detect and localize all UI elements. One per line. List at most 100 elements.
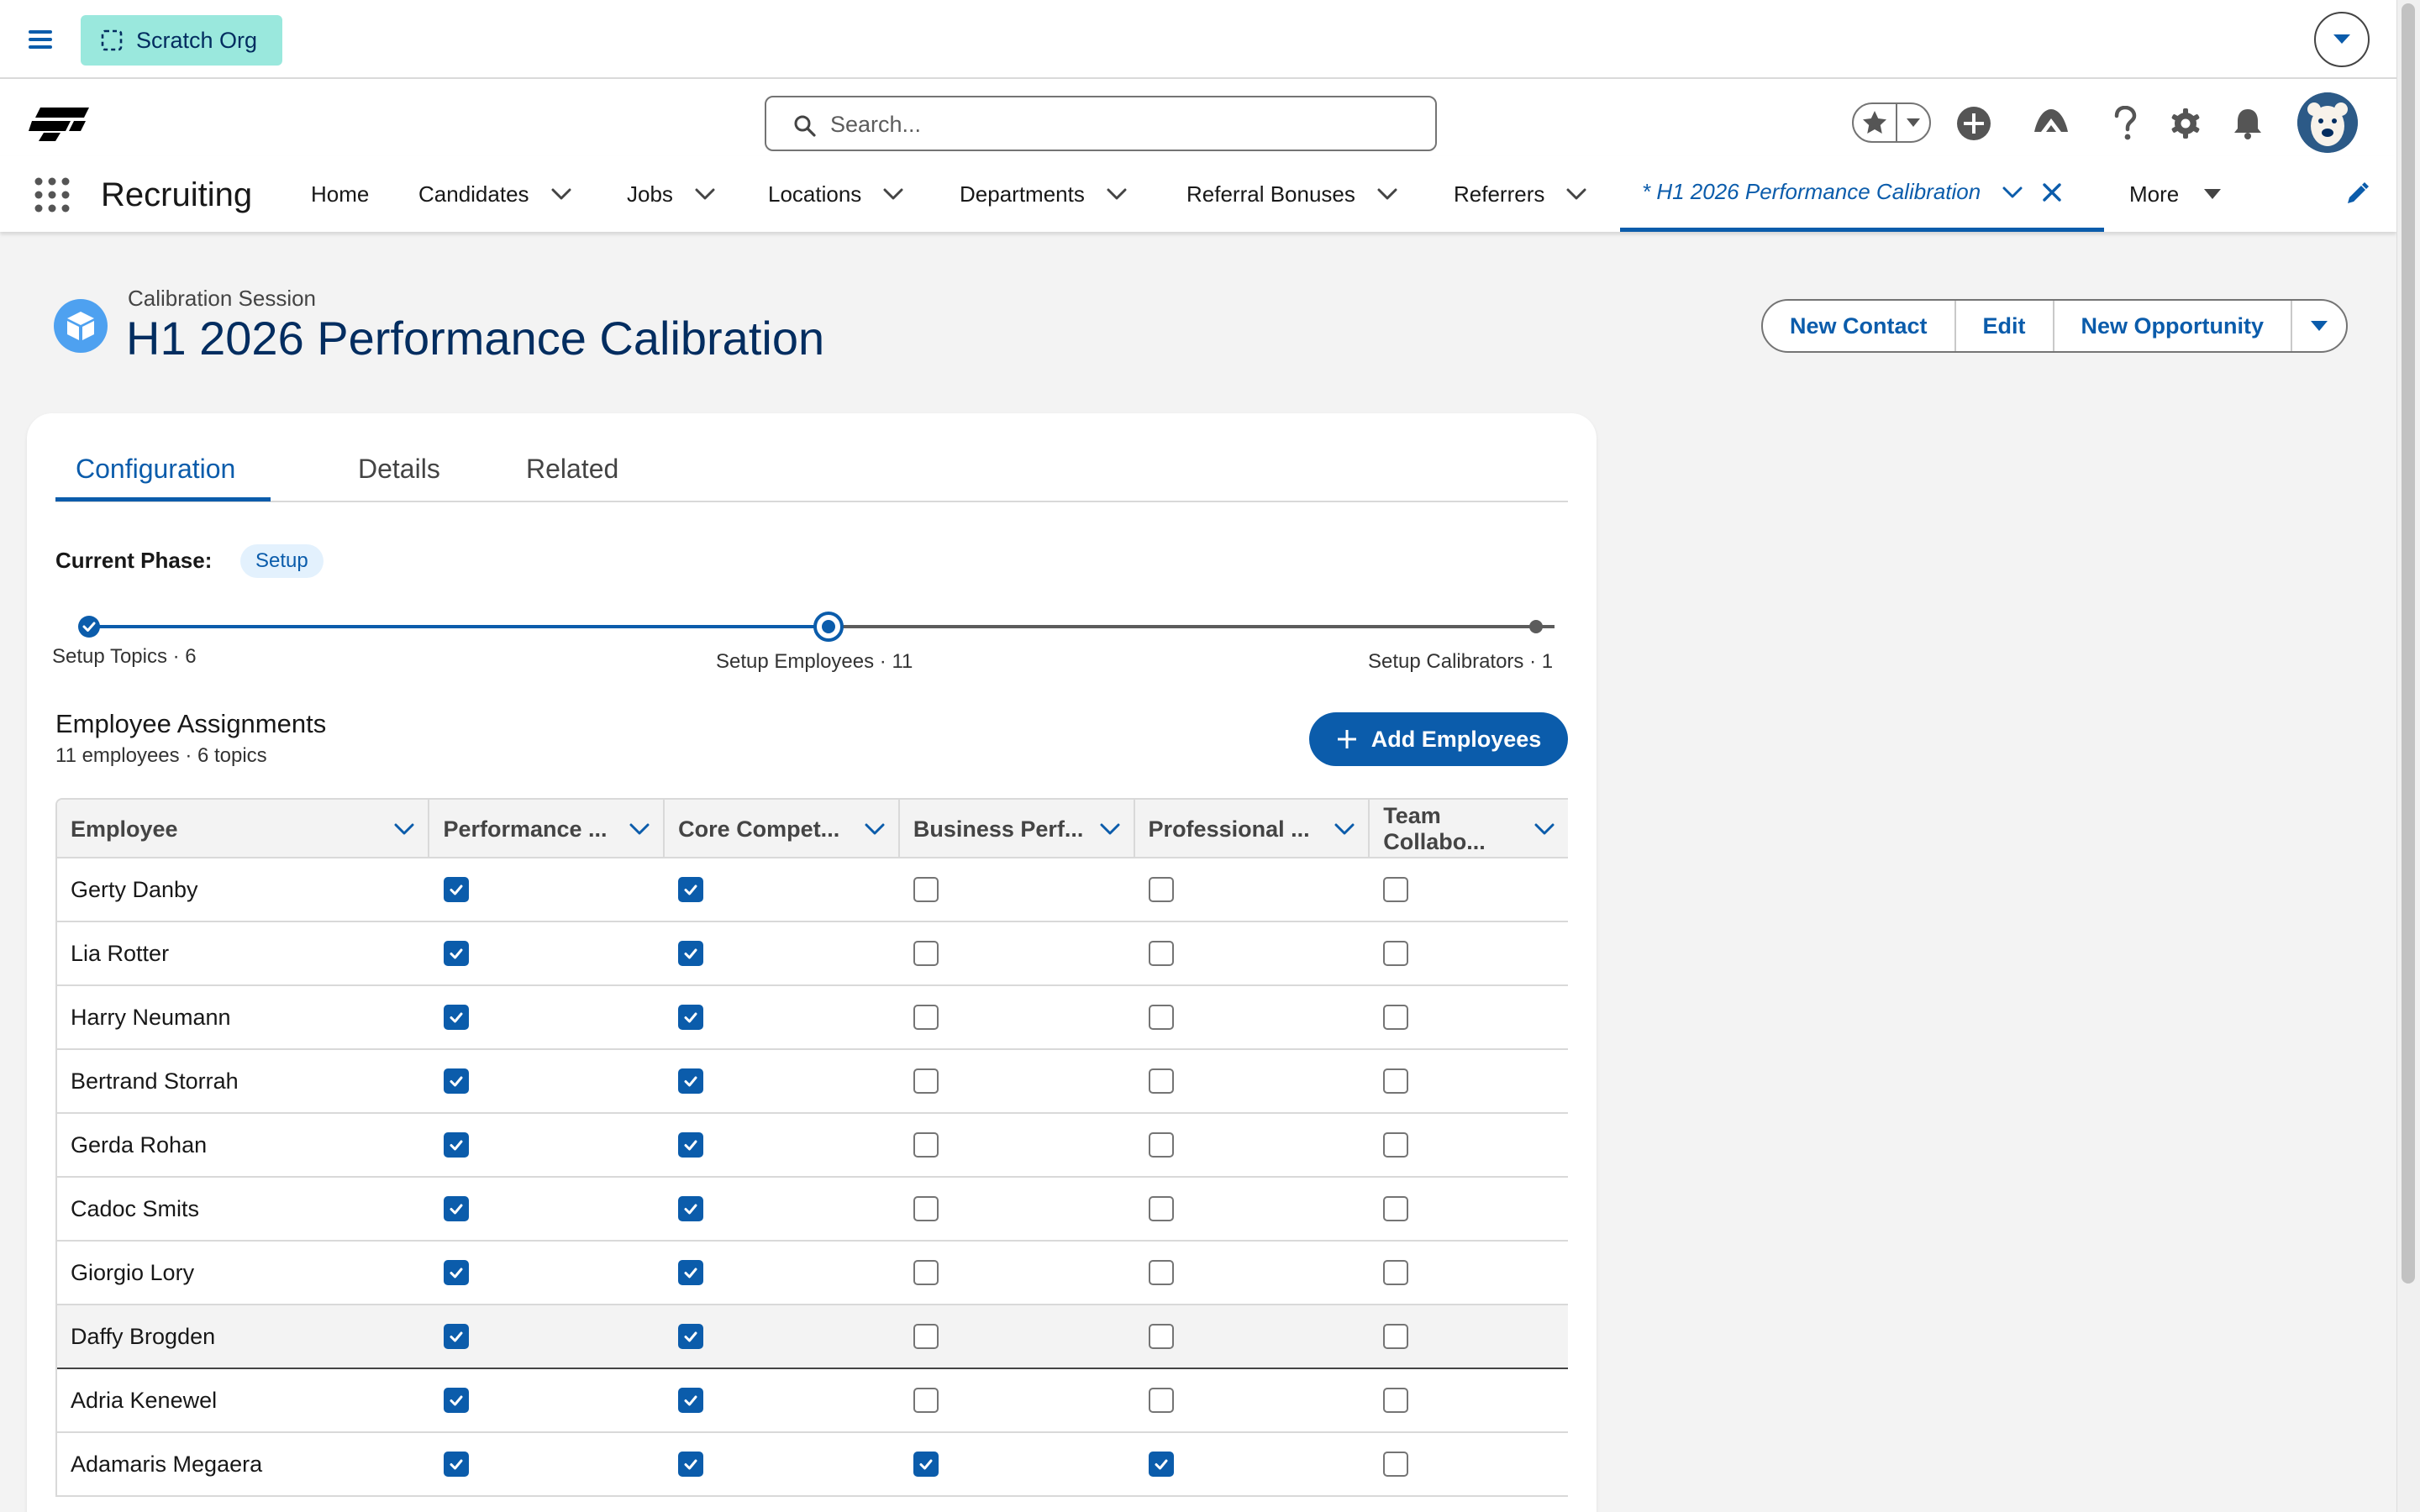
favorites-menu-icon[interactable]	[1897, 118, 1929, 127]
checkbox-checked[interactable]	[678, 1132, 704, 1158]
chevron-down-icon[interactable]	[1534, 823, 1555, 835]
checkbox-checked[interactable]	[913, 1452, 939, 1477]
checkbox-checked[interactable]	[678, 1068, 704, 1094]
chevron-down-icon[interactable]	[1107, 188, 1127, 200]
checkbox-unchecked[interactable]	[1148, 1388, 1174, 1413]
checkbox-checked[interactable]	[443, 1388, 469, 1413]
page-scrollbar-thumb[interactable]	[2402, 3, 2415, 1284]
edit-nav-icon[interactable]	[2344, 181, 2370, 207]
step-complete-icon[interactable]	[77, 615, 101, 638]
column-header[interactable]: Core Compet...	[665, 800, 900, 858]
tab-configuration[interactable]: Configuration	[76, 454, 235, 485]
checkbox-checked[interactable]	[443, 941, 469, 966]
edit-button[interactable]: Edit	[1956, 301, 2054, 351]
checkbox-unchecked[interactable]	[1148, 1132, 1174, 1158]
column-header[interactable]: Team Collabo...	[1370, 800, 1568, 858]
checkbox-unchecked[interactable]	[1383, 1324, 1409, 1349]
table-row[interactable]: Cadoc Smits	[57, 1178, 1568, 1242]
checkbox-unchecked[interactable]	[1148, 1196, 1174, 1221]
tab-details[interactable]: Details	[358, 454, 440, 485]
checkbox-checked[interactable]	[678, 1324, 704, 1349]
menu-icon[interactable]	[25, 25, 59, 54]
checkbox-unchecked[interactable]	[913, 1196, 939, 1221]
trailhead-icon[interactable]	[2030, 102, 2072, 144]
nav-item-candidates[interactable]: Candidates	[418, 156, 571, 232]
checkbox-unchecked[interactable]	[913, 941, 939, 966]
checkbox-unchecked[interactable]	[1383, 877, 1409, 902]
star-icon[interactable]	[1854, 104, 1897, 141]
checkbox-checked[interactable]	[678, 1005, 704, 1030]
table-row[interactable]: Adamaris Megaera	[57, 1433, 1568, 1497]
checkbox-checked[interactable]	[678, 941, 704, 966]
table-row[interactable]: Lia Rotter	[57, 922, 1568, 986]
nav-item-referrers[interactable]: Referrers	[1454, 156, 1586, 232]
checkbox-unchecked[interactable]	[1383, 1132, 1409, 1158]
column-header[interactable]: Performance ...	[429, 800, 666, 858]
table-row[interactable]: Daffy Brogden	[57, 1305, 1568, 1369]
checkbox-unchecked[interactable]	[1383, 1196, 1409, 1221]
checkbox-checked[interactable]	[443, 1452, 469, 1477]
checkbox-unchecked[interactable]	[1148, 1324, 1174, 1349]
new-contact-button[interactable]: New Contact	[1763, 301, 1956, 351]
chevron-down-icon[interactable]	[1566, 188, 1586, 200]
checkbox-unchecked[interactable]	[1148, 1260, 1174, 1285]
checkbox-unchecked[interactable]	[1383, 1260, 1409, 1285]
nav-item-referral-bonuses[interactable]: Referral Bonuses	[1186, 156, 1397, 232]
table-row[interactable]: Giorgio Lory	[57, 1242, 1568, 1305]
checkbox-unchecked[interactable]	[1148, 941, 1174, 966]
checkbox-unchecked[interactable]	[1148, 877, 1174, 902]
checkbox-unchecked[interactable]	[1383, 1068, 1409, 1094]
app-launcher-icon[interactable]	[34, 176, 71, 213]
checkbox-unchecked[interactable]	[1148, 1005, 1174, 1030]
checkbox-checked[interactable]	[678, 1452, 704, 1477]
bear-avatar[interactable]	[2297, 92, 2358, 153]
table-row[interactable]: Gerty Danby	[57, 858, 1568, 922]
nav-item-locations[interactable]: Locations	[768, 156, 903, 232]
checkbox-checked[interactable]	[678, 877, 704, 902]
column-header[interactable]: Employee	[57, 800, 430, 858]
chevron-down-icon[interactable]	[883, 188, 903, 200]
nav-tab-calibration-session[interactable]: * H1 2026 Performance Calibration	[1620, 156, 2104, 232]
nav-item-departments[interactable]: Departments	[960, 156, 1127, 232]
org-menu-button[interactable]	[2314, 12, 2370, 67]
chevron-down-icon[interactable]	[865, 823, 885, 835]
checkbox-unchecked[interactable]	[1148, 1068, 1174, 1094]
chevron-down-icon[interactable]	[1377, 188, 1397, 200]
add-employees-button[interactable]: Add Employees	[1309, 712, 1568, 766]
table-row[interactable]: Gerda Rohan	[57, 1114, 1568, 1178]
column-header[interactable]: Professional ...	[1135, 800, 1370, 858]
add-icon[interactable]	[1953, 102, 1995, 144]
nav-item-jobs[interactable]: Jobs	[627, 156, 715, 232]
checkbox-checked[interactable]	[443, 1005, 469, 1030]
checkbox-unchecked[interactable]	[913, 1324, 939, 1349]
checkbox-checked[interactable]	[678, 1260, 704, 1285]
checkbox-checked[interactable]	[443, 1260, 469, 1285]
chevron-down-icon[interactable]	[2002, 186, 2023, 198]
checkbox-unchecked[interactable]	[913, 1388, 939, 1413]
checkbox-unchecked[interactable]	[913, 1260, 939, 1285]
step-upcoming-marker[interactable]	[1528, 618, 1544, 635]
checkbox-checked[interactable]	[678, 1388, 704, 1413]
tab-related[interactable]: Related	[526, 454, 618, 485]
chevron-down-icon[interactable]	[551, 188, 571, 200]
chevron-down-icon[interactable]	[629, 823, 650, 835]
checkbox-checked[interactable]	[443, 1132, 469, 1158]
table-row[interactable]: Harry Neumann	[57, 986, 1568, 1050]
checkbox-checked[interactable]	[443, 1324, 469, 1349]
favorites-button-group[interactable]	[1852, 102, 1931, 143]
new-opportunity-button[interactable]: New Opportunity	[2054, 301, 2293, 351]
more-actions-button[interactable]	[2292, 301, 2346, 351]
global-search[interactable]	[765, 96, 1437, 151]
checkbox-unchecked[interactable]	[913, 1132, 939, 1158]
checkbox-unchecked[interactable]	[1383, 1452, 1409, 1477]
table-row[interactable]: Adria Kenewel	[57, 1369, 1568, 1433]
checkbox-checked[interactable]	[678, 1196, 704, 1221]
checkbox-checked[interactable]	[1148, 1452, 1174, 1477]
nav-item-home[interactable]: Home	[311, 156, 369, 232]
column-header[interactable]: Business Perf...	[900, 800, 1135, 858]
chevron-down-icon[interactable]	[1100, 823, 1120, 835]
chevron-down-icon[interactable]	[394, 823, 414, 835]
help-icon[interactable]	[2104, 102, 2146, 144]
checkbox-unchecked[interactable]	[1383, 941, 1409, 966]
checkbox-unchecked[interactable]	[1383, 1005, 1409, 1030]
